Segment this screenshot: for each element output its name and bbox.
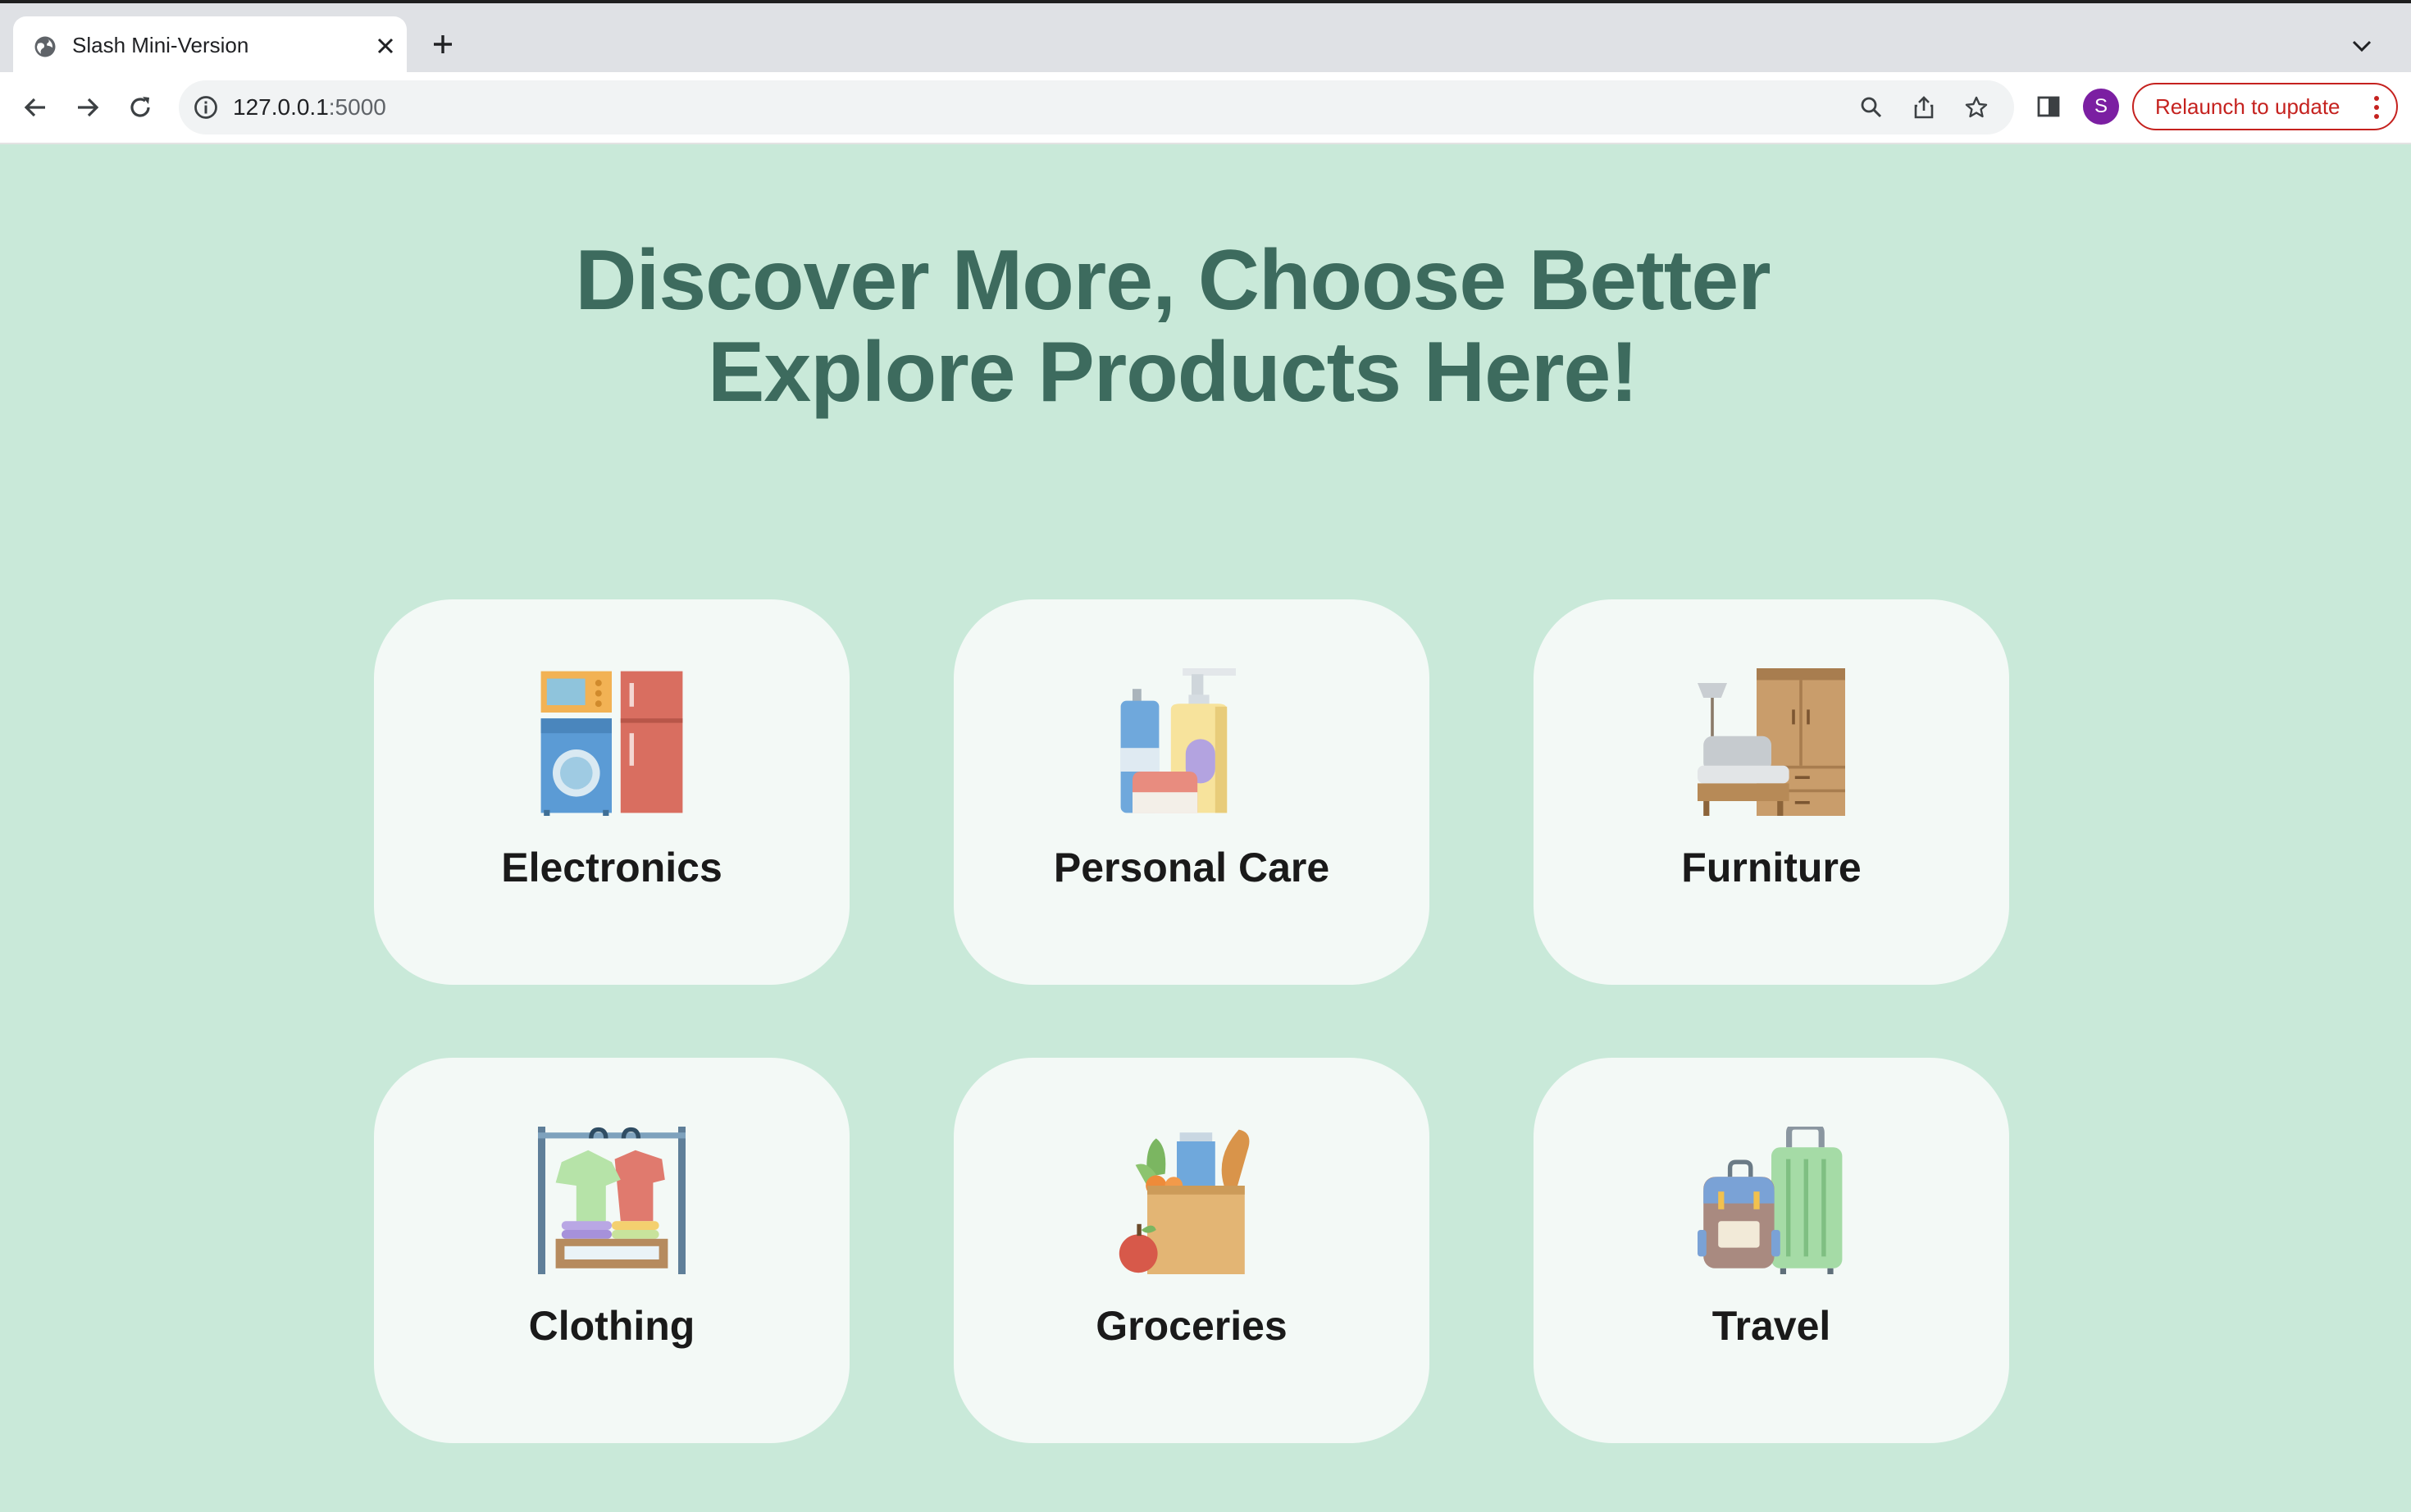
category-card-personal-care[interactable]: Personal Care — [954, 599, 1429, 985]
category-label: Clothing — [528, 1303, 695, 1349]
kebab-menu-icon[interactable] — [2372, 94, 2381, 121]
category-label: Personal Care — [1053, 845, 1330, 890]
grocery-bag-icon — [1119, 1129, 1250, 1274]
search-icon[interactable] — [1858, 94, 1885, 121]
page-headline: Discover More, Choose Better Explore Pro… — [0, 235, 2345, 418]
share-icon[interactable] — [1911, 94, 1937, 121]
profile-avatar[interactable]: S — [2083, 89, 2119, 125]
side-panel-icon[interactable] — [2034, 92, 2063, 121]
tab-title: Slash Mini-Version — [72, 33, 249, 57]
new-tab-icon[interactable] — [426, 28, 459, 61]
relaunch-button[interactable]: Relaunch to update — [2132, 83, 2398, 130]
category-card-electronics[interactable]: Electronics — [374, 599, 850, 985]
appliances-icon — [540, 671, 683, 816]
luggage-icon — [1698, 1127, 1843, 1274]
clothing-rack-icon — [538, 1127, 686, 1274]
furniture-icon — [1698, 668, 1845, 816]
forward-arrow-icon[interactable] — [71, 90, 105, 125]
personal-care-products-icon — [1120, 668, 1236, 813]
category-card-furniture[interactable]: Furniture — [1534, 599, 2009, 985]
back-arrow-icon[interactable] — [18, 90, 52, 125]
close-tab-icon[interactable] — [371, 31, 400, 61]
relaunch-label: Relaunch to update — [2155, 93, 2340, 119]
category-card-groceries[interactable]: Groceries — [954, 1058, 1429, 1443]
category-label: Groceries — [1096, 1303, 1288, 1349]
url-text[interactable]: 127.0.0.1:5000 — [233, 94, 386, 121]
reload-icon[interactable] — [123, 90, 157, 125]
chevron-down-icon[interactable] — [2345, 30, 2378, 62]
tab-slash-mini-version[interactable]: Slash Mini-Version — [13, 16, 407, 75]
category-card-travel[interactable]: Travel — [1534, 1058, 2009, 1443]
headline-line-1: Discover More, Choose Better — [575, 233, 1771, 328]
site-info-icon[interactable] — [194, 95, 218, 120]
category-label: Travel — [1711, 1303, 1831, 1349]
address-bar[interactable]: 127.0.0.1:5000 — [179, 80, 2014, 134]
headline-line-2: Explore Products Here! — [708, 325, 1638, 420]
globe-icon — [34, 36, 56, 57]
bookmark-star-icon[interactable] — [1963, 94, 1989, 121]
category-card-clothing[interactable]: Clothing — [374, 1058, 850, 1443]
category-label: Furniture — [1681, 845, 1862, 890]
tab-strip: Slash Mini-Version — [0, 3, 2411, 75]
browser-toolbar: 127.0.0.1:5000 S Relaunch to update — [0, 72, 2411, 144]
category-label: Electronics — [501, 845, 722, 890]
